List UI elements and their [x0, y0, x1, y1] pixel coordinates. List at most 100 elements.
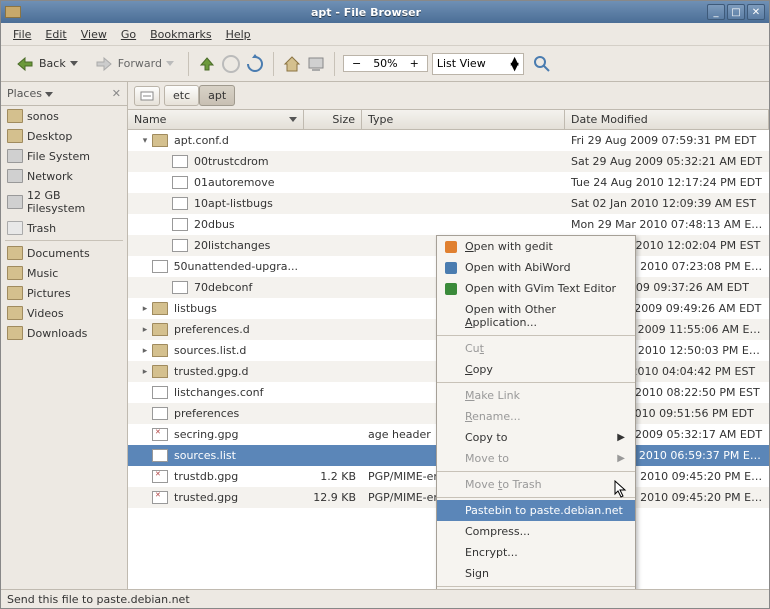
- folder-icon: [7, 266, 23, 280]
- place-file-system[interactable]: File System: [1, 146, 127, 166]
- folder-icon: [152, 302, 168, 315]
- file-row[interactable]: 10apt-listbugsSat 02 Jan 2010 12:09:39 A…: [128, 193, 769, 214]
- up-button[interactable]: [197, 54, 217, 74]
- expander-icon[interactable]: ▸: [140, 304, 150, 314]
- folder-icon: [152, 134, 168, 147]
- list-header: Name Size Type Date Modified: [128, 110, 769, 130]
- file-row[interactable]: ▾apt.conf.dFri 29 Aug 2009 07:59:31 PM E…: [128, 130, 769, 151]
- back-arrow-icon: [15, 54, 35, 74]
- menu-item[interactable]: Copy: [437, 359, 635, 380]
- column-date[interactable]: Date Modified: [565, 110, 769, 129]
- menu-item[interactable]: Open with gedit: [437, 236, 635, 257]
- menu-item[interactable]: Open with GVim Text Editor: [437, 278, 635, 299]
- minimize-button[interactable]: _: [707, 4, 725, 20]
- places-sidebar: Places ✕ sonosDesktopFile SystemNetwork1…: [1, 82, 128, 589]
- menu-edit[interactable]: Edit: [39, 26, 72, 43]
- close-button[interactable]: ✕: [747, 4, 765, 20]
- forward-button[interactable]: Forward: [88, 50, 180, 78]
- search-icon[interactable]: [532, 54, 552, 74]
- reload-button[interactable]: [245, 54, 265, 74]
- file-row[interactable]: 20dbusMon 29 Mar 2010 07:48:13 AM EDT: [128, 214, 769, 235]
- place-trash[interactable]: Trash: [1, 218, 127, 238]
- expander-icon[interactable]: ▸: [140, 367, 150, 377]
- zoom-in-icon[interactable]: +: [406, 57, 423, 70]
- place-sonos[interactable]: sonos: [1, 106, 127, 126]
- place-12-gb-filesystem[interactable]: 12 GB Filesystem: [1, 186, 127, 218]
- menu-bookmarks[interactable]: Bookmarks: [144, 26, 217, 43]
- file-icon: [172, 176, 188, 189]
- bookmark-pictures[interactable]: Pictures: [1, 283, 127, 303]
- zoom-level: 50%: [369, 57, 401, 70]
- path-toggle-button[interactable]: [134, 86, 160, 106]
- file-icon: [172, 155, 188, 168]
- expander-icon[interactable]: ▸: [140, 325, 150, 335]
- menu-file[interactable]: File: [7, 26, 37, 43]
- column-name[interactable]: Name: [128, 110, 304, 129]
- folder-icon: [152, 365, 168, 378]
- statusbar: Send this file to paste.debian.net: [1, 589, 769, 608]
- forward-dropdown-icon: [166, 61, 174, 66]
- folder-icon: [7, 326, 23, 340]
- place-desktop[interactable]: Desktop: [1, 126, 127, 146]
- trash-icon: [7, 221, 23, 235]
- maximize-button[interactable]: □: [727, 4, 745, 20]
- file-row[interactable]: 00trustcdromSat 29 Aug 2009 05:32:21 AM …: [128, 151, 769, 172]
- computer-button[interactable]: [306, 54, 326, 74]
- menu-item[interactable]: Compress...: [437, 521, 635, 542]
- home-button[interactable]: [282, 54, 302, 74]
- place-network[interactable]: Network: [1, 166, 127, 186]
- bookmark-videos[interactable]: Videos: [1, 303, 127, 323]
- titlebar[interactable]: apt - File Browser _ □ ✕: [1, 1, 769, 23]
- menu-item: Make Link: [437, 385, 635, 406]
- folder-icon: [152, 323, 168, 336]
- bookmark-documents[interactable]: Documents: [1, 243, 127, 263]
- menu-view[interactable]: View: [75, 26, 113, 43]
- folder-icon: [152, 344, 168, 357]
- pathbar: etcapt: [128, 82, 769, 110]
- menu-item[interactable]: Encrypt...: [437, 542, 635, 563]
- column-type[interactable]: Type: [362, 110, 565, 129]
- column-size[interactable]: Size: [304, 110, 362, 129]
- folder-icon: [5, 6, 21, 18]
- file-list[interactable]: Name Size Type Date Modified ▾apt.conf.d…: [128, 110, 769, 589]
- toolbar: Back Forward − 50% + List View ▲▼: [1, 46, 769, 82]
- menu-go[interactable]: Go: [115, 26, 142, 43]
- bookmark-music[interactable]: Music: [1, 263, 127, 283]
- menu-item[interactable]: Copy to▶: [437, 427, 635, 448]
- drive-icon: [7, 195, 23, 209]
- folder-icon: [7, 306, 23, 320]
- view-mode-select[interactable]: List View ▲▼: [432, 53, 524, 75]
- close-sidebar-icon[interactable]: ✕: [112, 87, 121, 100]
- gedit-icon: [443, 239, 459, 255]
- stop-button[interactable]: [221, 54, 241, 74]
- file-icon: [152, 407, 168, 420]
- gpg-icon: [152, 491, 168, 504]
- path-segment-etc[interactable]: etc: [164, 85, 199, 106]
- path-segment-apt[interactable]: apt: [199, 85, 235, 106]
- zoom-out-icon[interactable]: −: [348, 57, 365, 70]
- expander-icon[interactable]: ▸: [140, 346, 150, 356]
- back-dropdown-icon[interactable]: [70, 61, 78, 66]
- menu-item[interactable]: Pastebin to paste.debian.net: [437, 500, 635, 521]
- back-button[interactable]: Back: [9, 50, 84, 78]
- bookmark-downloads[interactable]: Downloads: [1, 323, 127, 343]
- status-text: Send this file to paste.debian.net: [7, 593, 190, 606]
- menu-item[interactable]: Sign: [437, 563, 635, 584]
- submenu-arrow-icon: ▶: [617, 432, 625, 443]
- abiword-icon: [443, 260, 459, 276]
- menubar: File Edit View Go Bookmarks Help: [1, 23, 769, 46]
- menu-help[interactable]: Help: [220, 26, 257, 43]
- drive-icon: [7, 169, 23, 183]
- file-icon: [152, 449, 168, 462]
- folder-icon: [7, 129, 23, 143]
- file-icon: [172, 239, 188, 252]
- menu-item[interactable]: Open with Other Application...: [437, 299, 635, 333]
- file-icon: [172, 281, 188, 294]
- zoom-control[interactable]: − 50% +: [343, 55, 428, 72]
- places-header[interactable]: Places ✕: [1, 82, 127, 106]
- folder-icon: [7, 246, 23, 260]
- menu-item[interactable]: Open with AbiWord: [437, 257, 635, 278]
- expander-icon[interactable]: ▾: [140, 136, 150, 146]
- file-row[interactable]: 01autoremoveTue 24 Aug 2010 12:17:24 PM …: [128, 172, 769, 193]
- menu-item: Cut: [437, 338, 635, 359]
